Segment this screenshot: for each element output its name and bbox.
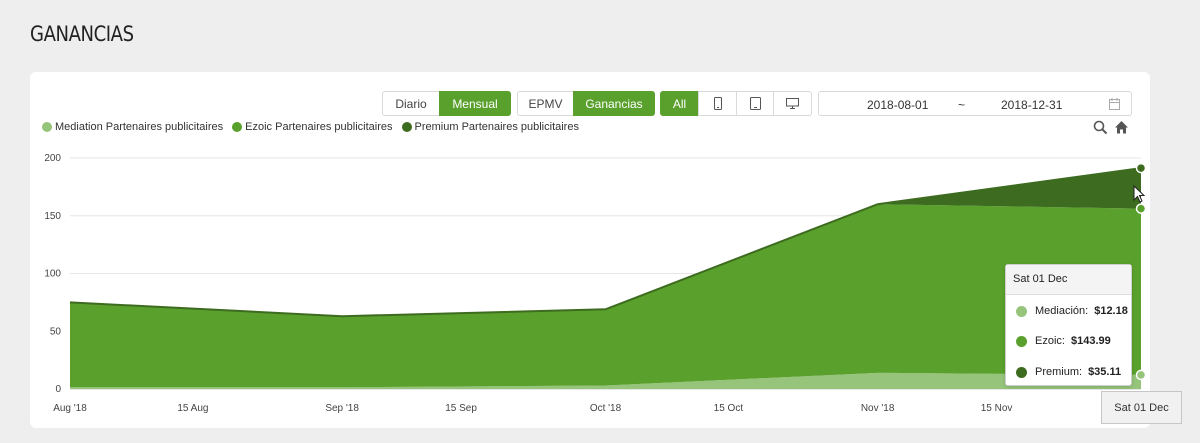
legend-label: Mediation Partenaires publicitaires [55,121,224,133]
desktop-icon [786,98,799,109]
y-tick-label: 100 [44,269,61,280]
x-tick-label: Nov '18 [861,403,895,414]
tablet-icon [749,97,761,110]
tooltip-label: Premium: [1035,366,1083,378]
date-end[interactable]: 2018-12-31 [1001,98,1062,112]
y-tick-label: 0 [55,384,61,395]
home-icon[interactable] [1114,120,1129,135]
x-tick-label: Sep '18 [325,403,359,414]
tooltip-value: $12.18 [1094,305,1128,317]
daily-button[interactable]: Diario [382,91,440,116]
legend-item-premium[interactable]: Premium Partenaires publicitaires [401,121,579,133]
calendar-icon[interactable] [1109,98,1120,110]
tooltip-row-mediation: Mediación: $12.18 [1016,305,1128,317]
monthly-button[interactable]: Mensual [439,91,511,116]
x-tick-label: 15 Nov [981,403,1013,414]
phone-button[interactable] [698,91,737,116]
x-tick-label: Oct '18 [590,403,622,414]
x-tick-label: 15 Aug [177,403,208,414]
x-tick-label: 15 Oct [714,403,744,414]
legend-label: Ezoic Partenaires publicitaires [245,121,393,133]
device-toggle: All [660,91,812,116]
x-tick-label: 15 Sep [445,403,477,414]
tooltip-value: $143.99 [1070,335,1111,347]
tooltip-row-ezoic: Ezoic: $143.99 [1016,335,1111,347]
y-tick-label: 150 [44,211,61,222]
date-range-picker[interactable]: 2018-08-01 ~ 2018-12-31 [818,91,1132,116]
x-tick-label: Aug '18 [53,403,87,414]
earnings-button[interactable]: Ganancias [573,91,655,116]
zoom-icon[interactable] [1093,120,1108,135]
desktop-button[interactable] [773,91,812,116]
hover-marker [1135,369,1147,381]
tooltip-label: Ezoic: [1035,335,1065,347]
tooltip-label: Mediación: [1035,305,1089,317]
hover-marker [1135,203,1147,214]
legend-item-ezoic[interactable]: Ezoic Partenaires publicitaires [232,121,393,133]
chart-legend: Mediation Partenaires publicitaires Ezoi… [42,121,588,133]
chart-tooltip: Sat 01 Dec Mediación: $12.18 Ezoic: $143… [1005,264,1132,386]
phone-icon [713,97,722,110]
crosshair-date-label: Sat 01 Dec [1101,391,1182,424]
metric-toggle: EPMV Ganancias [517,91,655,116]
device-all-button[interactable]: All [660,91,699,116]
tooltip-date: Sat 01 Dec [1006,265,1131,295]
date-start[interactable]: 2018-08-01 [867,98,928,112]
legend-label: Premium Partenaires publicitaires [414,121,579,133]
area-ezoic [70,204,1141,388]
tablet-button[interactable] [736,91,774,116]
period-toggle: Diario Mensual [382,91,511,116]
legend-item-mediation[interactable]: Mediation Partenaires publicitaires [42,121,223,133]
hover-marker [1135,162,1147,174]
y-tick-label: 200 [44,153,61,164]
tooltip-value: $35.11 [1088,366,1122,378]
y-tick-label: 50 [50,326,62,337]
tooltip-row-premium: Premium: $35.11 [1016,366,1121,378]
date-separator: ~ [958,98,966,112]
epmv-button[interactable]: EPMV [517,91,574,116]
